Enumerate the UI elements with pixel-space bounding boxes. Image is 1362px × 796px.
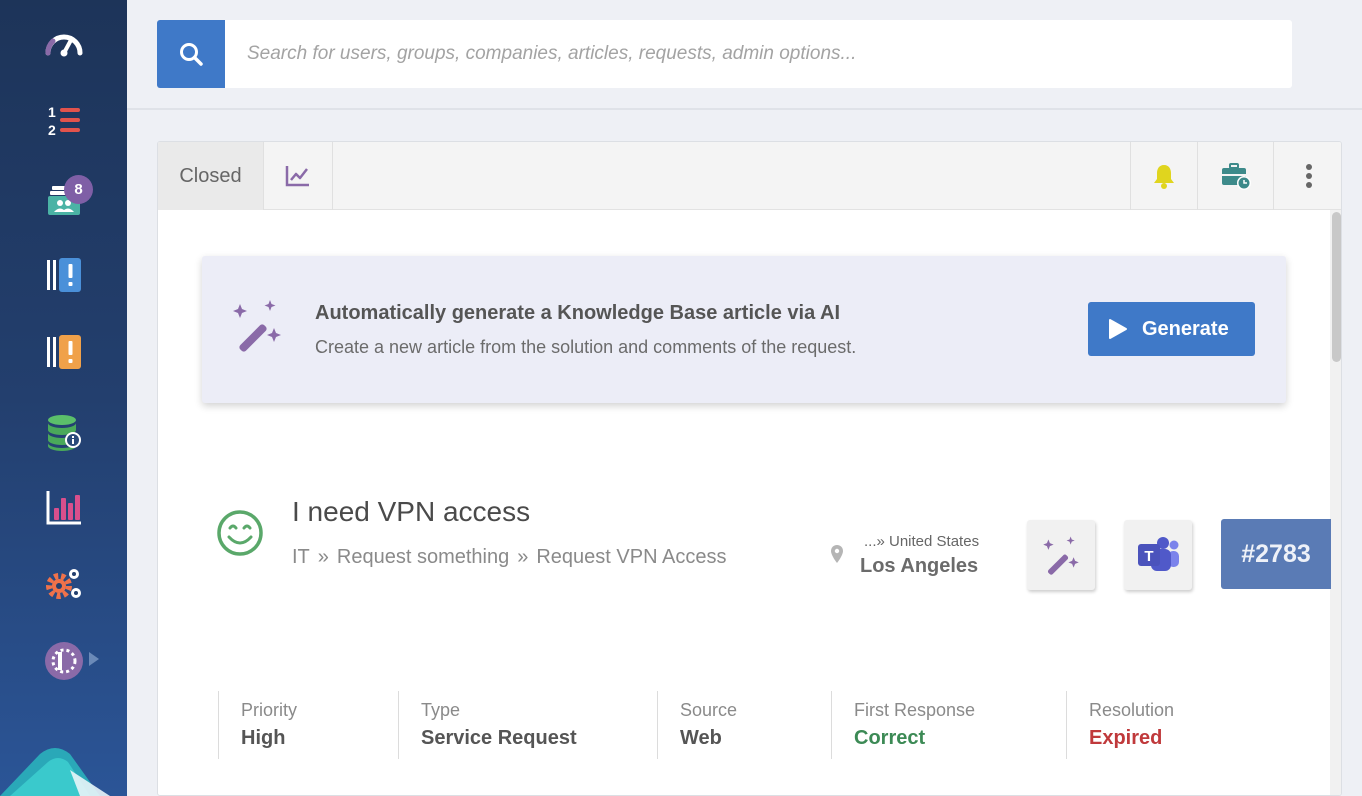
nav-dashboard[interactable] [0, 14, 127, 74]
scrollbar[interactable] [1330, 210, 1341, 795]
location-country: ...» United States [864, 533, 980, 550]
team-requests-badge: 8 [64, 175, 93, 204]
gears-icon [45, 569, 81, 599]
alert-blue-icon [46, 258, 81, 292]
ai-card-subtitle: Create a new article from the solution a… [315, 337, 857, 357]
line-chart-icon [285, 166, 309, 187]
magic-wand-icon [1043, 536, 1079, 575]
stat-first-response: First Response Correct [831, 691, 1066, 759]
database-info-icon [47, 415, 81, 451]
svg-text:T: T [1144, 548, 1153, 565]
stat-resolution: Resolution Expired [1066, 691, 1266, 759]
alert-orange-icon [46, 335, 81, 369]
request-title: I need VPN access [292, 496, 531, 527]
notifications-button[interactable] [1130, 142, 1197, 210]
tab-status-closed[interactable]: Closed [158, 142, 264, 210]
tab-chart[interactable] [264, 142, 333, 210]
panel-header: Closed [158, 142, 1341, 210]
user-avatar-icon [44, 642, 83, 680]
top-bar [127, 0, 1362, 110]
breadcrumb: IT » Request something » Request VPN Acc… [292, 546, 726, 569]
breadcrumb-item[interactable]: IT [292, 546, 310, 569]
breadcrumb-item[interactable]: Request something [337, 546, 509, 569]
play-icon [1109, 319, 1127, 339]
nav-requests-list[interactable]: 1 2 [0, 90, 127, 150]
nav-settings[interactable] [0, 553, 127, 613]
search-input[interactable] [225, 20, 1292, 88]
teams-button[interactable]: T [1124, 520, 1192, 590]
stat-value: Web [680, 727, 722, 749]
microsoft-teams-icon: T [1138, 537, 1179, 571]
stat-value: High [241, 727, 286, 749]
satisfied-smiley-icon [217, 510, 263, 556]
ticket-id-badge: #2783 [1221, 519, 1331, 589]
svg-text:1: 1 [48, 104, 56, 120]
generate-button-label: Generate [1142, 317, 1229, 340]
search-icon [180, 43, 203, 66]
bar-chart-icon [46, 491, 81, 525]
generate-button[interactable]: Generate [1088, 302, 1255, 356]
brand-logo [0, 748, 110, 796]
stat-priority: Priority High [218, 691, 398, 759]
numbered-list-icon: 1 2 [48, 104, 80, 138]
stat-value: Correct [854, 727, 926, 749]
briefcase-clock-icon [1221, 163, 1251, 190]
kebab-menu-icon [1305, 164, 1312, 188]
stat-type: Type Service Request [398, 691, 657, 759]
nav-user-profile[interactable] [0, 631, 127, 691]
stat-label: First Response [854, 700, 976, 720]
breadcrumb-item[interactable]: Request VPN Access [536, 546, 726, 569]
stat-label: Type [421, 700, 461, 720]
stat-label: Resolution [1089, 700, 1175, 720]
stat-value: Expired [1089, 727, 1163, 749]
ai-kb-suggestion-card: Automatically generate a Knowledge Base … [202, 256, 1286, 403]
nav-reports[interactable] [0, 477, 127, 537]
more-options-button[interactable] [1273, 142, 1341, 210]
breadcrumb-separator: » [317, 546, 329, 568]
nav-cmdb[interactable] [0, 402, 127, 462]
stat-label: Priority [241, 700, 298, 720]
location-pin-icon [831, 545, 843, 563]
ai-assist-button[interactable] [1027, 520, 1095, 590]
bell-icon [1154, 165, 1174, 189]
svg-text:2: 2 [48, 122, 56, 138]
scrollbar-thumb[interactable] [1332, 212, 1341, 362]
breadcrumb-separator: » [517, 546, 529, 568]
magic-wand-icon [233, 300, 281, 352]
nav-incidents[interactable] [0, 245, 127, 305]
speedometer-icon [45, 34, 82, 57]
request-panel: Closed Automatically generate a Knowledg… [157, 141, 1342, 796]
time-tracking-button[interactable] [1197, 142, 1273, 210]
nav-team-requests[interactable] [0, 168, 127, 228]
stat-source: Source Web [657, 691, 831, 759]
stat-value: Service Request [421, 727, 577, 749]
location-city: Los Angeles [860, 555, 979, 577]
stat-label: Source [680, 700, 738, 720]
ai-card-title: Automatically generate a Knowledge Base … [315, 302, 840, 324]
search-button[interactable] [157, 20, 225, 88]
sidebar-expand-arrow[interactable] [89, 652, 99, 666]
sidebar: 1 2 8 [0, 0, 127, 796]
nav-problems[interactable] [0, 322, 127, 382]
